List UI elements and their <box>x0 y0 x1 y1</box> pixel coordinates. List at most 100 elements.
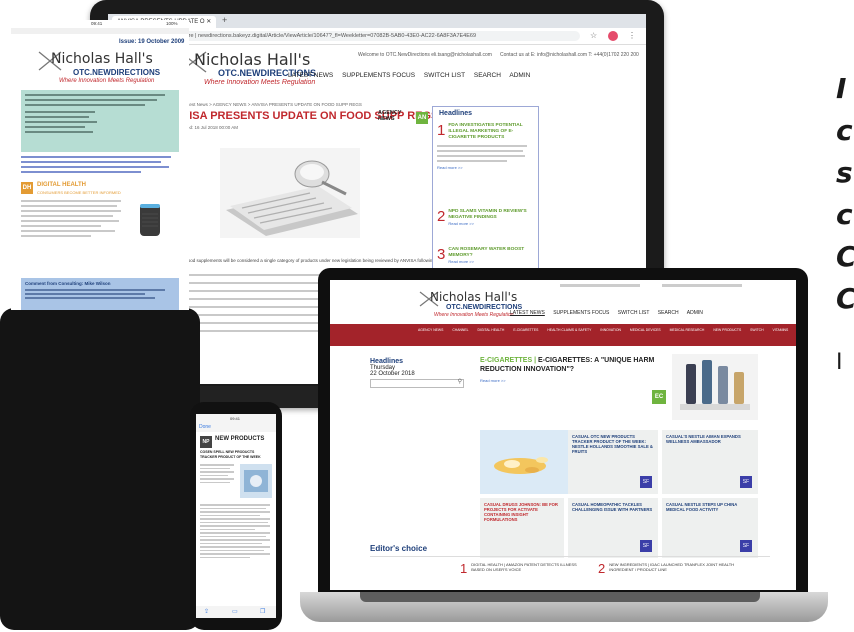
search-icon[interactable]: ⚲ <box>458 378 462 385</box>
tile-card[interactable]: CASUAL DRUGS JOHNSON: BE FOR PROJECTS FO… <box>480 498 564 558</box>
headline-item[interactable]: 2 NPD SLAMS VITAMIN D REVIEW'S NEGATIVE … <box>437 209 533 226</box>
laptop-main-menu: LATEST NEWS SUPPLEMENTS FOCUS SWITCH LIS… <box>510 310 710 316</box>
headline-item[interactable]: 1 FDA INVESTIGATES POTENTIAL ILLEGAL MAR… <box>437 123 533 170</box>
choice-title[interactable]: DIGITAL HEALTH | AMAZON PATENT DETECTS I… <box>460 562 590 572</box>
nav-agency-news[interactable]: AGENCY NEWS <box>418 328 443 332</box>
tile-card[interactable]: CASUAL NESTLE STEPS UP CHINA MEDICAL FOO… <box>662 498 758 558</box>
nav-digital-health[interactable]: DIGITAL HEALTH <box>478 328 505 332</box>
url-field[interactable]: Not Secure | newdirections.bakeyz.digita… <box>160 31 580 41</box>
tile-title[interactable]: CASUAL NESTLE STEPS UP CHINA MEDICAL FOO… <box>662 498 758 516</box>
nav-medical-devices[interactable]: MEDICAL DEVICES <box>630 328 661 332</box>
choice-title[interactable]: NEW INGREDIENTS | IDAC LAUNCHED TRANFLEX… <box>598 562 738 572</box>
menu-search[interactable]: SEARCH <box>658 310 679 316</box>
tile-badge: SF <box>740 540 752 552</box>
phone-body-left <box>200 464 236 485</box>
nav-medical-research[interactable]: MEDICAL RESEARCH <box>670 328 705 332</box>
editors-choice-title: Editor's choice <box>370 544 428 553</box>
laptop-headlines-sidebar: Headlines Thursday 22 October 2018 ⚲ <box>370 358 466 388</box>
section-badge: DH <box>21 182 33 194</box>
tablet-address-bar[interactable] <box>11 28 189 34</box>
nav-e-cigarettes[interactable]: E-CIGARETTES <box>513 328 538 332</box>
side-text-line: C <box>836 282 854 315</box>
menu-search[interactable]: SEARCH <box>474 72 501 79</box>
choice-number: 2 <box>598 561 606 576</box>
main-menu: LATEST NEWS SUPPLEMENTS FOCUS SWITCH LIS… <box>288 72 537 79</box>
profile-avatar[interactable] <box>608 31 618 41</box>
article-category[interactable]: AGENCY NEWS <box>378 110 412 122</box>
tile-title[interactable]: CASUAL HOMEOPATHIC TACKLES CHALLENGING I… <box>568 498 658 516</box>
tile-title[interactable]: CASUAL OTC NEW PRODUCTS TRACKER PRODUCT … <box>568 430 658 458</box>
menu-latest-news[interactable]: LATEST NEWS <box>288 72 333 79</box>
category-badge: AN <box>416 112 428 124</box>
menu-dots-icon[interactable]: ⋮ <box>628 31 636 41</box>
nav-health-claims[interactable]: HEALTH CLAIMS & SAFETY <box>547 328 591 332</box>
sidebar-search-input[interactable]: ⚲ <box>370 379 464 388</box>
done-button[interactable]: Done <box>199 424 211 430</box>
headline-item[interactable]: 3 CAN ROSEMARY WATER BOOST MEMORY? Read … <box>437 247 533 264</box>
headline-title[interactable]: FDA INVESTIGATES POTENTIAL ILLEGAL MARKE… <box>437 123 533 141</box>
tablet-device <box>0 308 200 630</box>
headline-title[interactable]: NPD SLAMS VITAMIN D REVIEW'S NEGATIVE FI… <box>437 209 533 221</box>
side-text-line: c <box>836 198 853 231</box>
feature-headline[interactable]: E-CIGARETTES | E-CIGARETTES: A "UNIQUE H… <box>480 356 666 374</box>
welcome-text: Welcome to OTC.NewDirections eli.tsang@n… <box>358 52 492 58</box>
headlines-sidebar: Headlines 1 FDA INVESTIGATES POTENTIAL I… <box>432 106 539 286</box>
feature-image <box>672 354 758 420</box>
menu-latest-news[interactable]: LATEST NEWS <box>510 310 545 316</box>
tile-badge: SF <box>640 476 652 488</box>
menu-admin[interactable]: ADMIN <box>509 72 530 79</box>
headline-title[interactable]: CAN ROSEMARY WATER BOOST MEMORY? <box>437 247 533 259</box>
phone-subtitle[interactable]: COSEN SPELL NEW PRODUCTS TRACKER PRODUCT… <box>200 450 272 459</box>
menu-switch-list[interactable]: SWITCH LIST <box>424 72 465 79</box>
tablet-logo-name: Nicholas Hall's <box>51 51 153 67</box>
headline-number: 1 <box>437 122 446 139</box>
nav-vitamins[interactable]: VITAMINS <box>773 328 789 332</box>
tile-card[interactable]: CASUAL'S NESTLE AIMAN EXPANDS WELLNESS A… <box>662 430 758 494</box>
tile-card[interactable]: CASUAL OTC NEW PRODUCTS TRACKER PRODUCT … <box>568 430 658 494</box>
editors-choice-item[interactable]: 1 DIGITAL HEALTH | AMAZON PATENT DETECTS… <box>460 562 590 575</box>
read-more-link[interactable]: Read more >> <box>437 259 533 264</box>
menu-supplements-focus[interactable]: SUPPLEMENTS FOCUS <box>342 72 415 79</box>
tabs-icon[interactable]: ❐ <box>260 608 265 615</box>
share-icon[interactable]: ⇪ <box>204 608 209 615</box>
phone-toolbar: ⇪ ▭ ❐ <box>196 606 276 618</box>
section-subtitle[interactable]: CONSUMERS BECOME BETTER INFORMED <box>37 190 121 195</box>
read-more-link[interactable]: Read more >> <box>437 165 533 170</box>
menu-supplements-focus[interactable]: SUPPLEMENTS FOCUS <box>553 310 609 316</box>
comment-title[interactable]: Comment from Consulting: Mike Wilson <box>21 278 179 289</box>
headline-number: 2 <box>437 208 446 225</box>
nav-channel[interactable]: CHANNEL <box>452 328 468 332</box>
laptop-hinge <box>360 592 760 602</box>
section-body <box>21 200 125 240</box>
article-image <box>220 148 360 238</box>
feature-tag[interactable]: E-CIGARETTES <box>480 357 532 364</box>
side-text-line: I <box>836 72 847 105</box>
book-icon[interactable]: ▭ <box>232 608 238 615</box>
laptop-logo-name[interactable]: Nicholas Hall's <box>430 290 517 304</box>
new-tab-icon[interactable]: + <box>222 15 227 25</box>
nav-innovation[interactable]: INNOVATION <box>600 328 621 332</box>
side-text-line: I <box>836 350 843 375</box>
tile-card[interactable]: CASUAL HOMEOPATHIC TACKLES CHALLENGING I… <box>568 498 658 558</box>
tile-title[interactable]: CASUAL DRUGS JOHNSON: BE FOR PROJECTS FO… <box>480 498 564 526</box>
editors-choice-item[interactable]: 2 NEW INGREDIENTS | IDAC LAUNCHED TRANFL… <box>598 562 738 575</box>
tile-title[interactable]: CASUAL'S NESTLE AIMAN EXPANDS WELLNESS A… <box>662 430 758 448</box>
breadcrumb[interactable]: Home > Latest News > AGENCY NEWS > ANVIS… <box>166 102 362 107</box>
read-more-link[interactable]: Read more >> <box>437 221 533 226</box>
category-nav-items: AGENCY NEWS CHANNEL DIGITAL HEALTH E-CIG… <box>330 324 796 332</box>
issue-label: Issue: 19 October 2009 <box>119 39 185 45</box>
sidebar-title: Headlines <box>370 358 404 365</box>
laptop-contact-text <box>662 284 742 287</box>
feature-read-more[interactable]: Read more >> <box>480 378 506 383</box>
nav-new-products[interactable]: NEW PRODUCTS <box>713 328 741 332</box>
divider <box>370 556 770 557</box>
smart-speaker-image <box>133 200 167 240</box>
nav-switch[interactable]: SWITCH <box>750 328 763 332</box>
bookmark-star-icon[interactable]: ☆ <box>590 31 597 41</box>
phone-title[interactable]: NEW PRODUCTS <box>215 436 264 442</box>
menu-switch-list[interactable]: SWITCH LIST <box>618 310 650 316</box>
site-logo-name[interactable]: Nicholas Hall's <box>194 50 310 69</box>
tile-badge: SF <box>640 540 652 552</box>
menu-admin[interactable]: ADMIN <box>687 310 703 316</box>
section-title[interactable]: DIGITAL HEALTH <box>37 182 86 188</box>
